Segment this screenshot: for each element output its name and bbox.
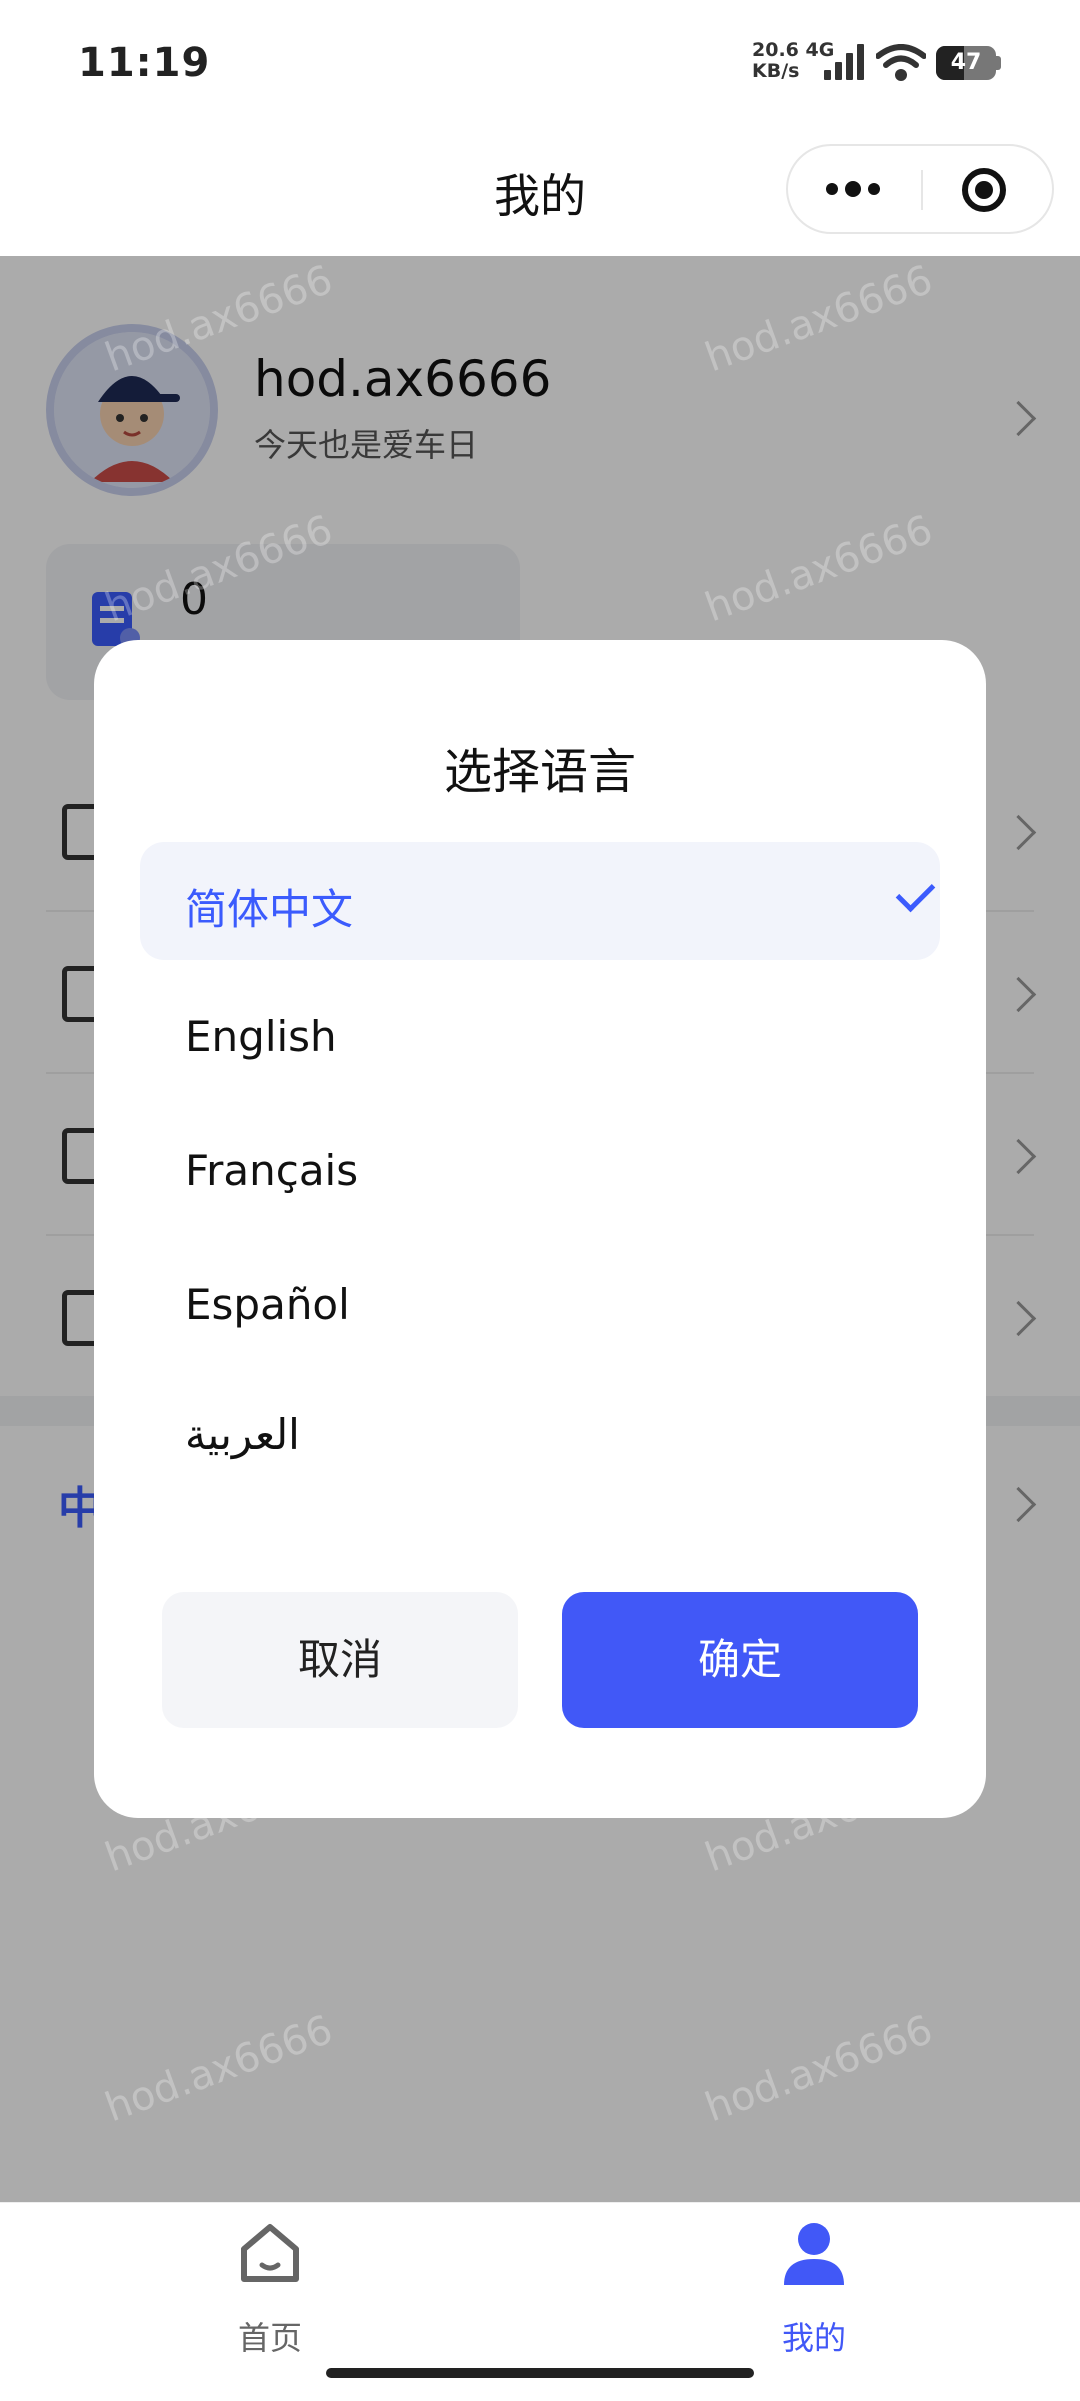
nav-bar: 我的: [0, 130, 1080, 256]
battery-level: 47: [950, 50, 982, 75]
target-icon[interactable]: [960, 166, 1008, 214]
language-option-label: Français: [185, 1146, 359, 1195]
tab-mine[interactable]: 我的: [714, 2221, 914, 2357]
home-indicator[interactable]: [326, 2368, 754, 2378]
net-speed-value: 20.6: [752, 39, 799, 61]
tab-label: 首页: [237, 2319, 302, 2357]
cancel-button[interactable]: 取消: [162, 1592, 518, 1728]
language-option-ar[interactable]: العربية: [140, 1376, 940, 1494]
confirm-button[interactable]: 确定: [562, 1592, 918, 1728]
tab-label: 我的: [781, 2319, 846, 2357]
status-time: 11:19: [78, 40, 211, 86]
language-option-zh[interactable]: 简体中文: [140, 842, 940, 960]
language-dialog: 选择语言 简体中文 English Français Español العرب…: [94, 640, 986, 1818]
signal-icon: [824, 44, 864, 80]
wifi-icon: [876, 44, 926, 81]
tab-home[interactable]: 首页: [170, 2221, 370, 2357]
mini-program-capsule: [786, 144, 1054, 234]
language-option-en[interactable]: English: [140, 978, 940, 1096]
status-bar: 11:19 20.6 4G KB/s 47: [0, 0, 1080, 130]
language-option-label: Español: [185, 1280, 350, 1329]
language-option-label: 简体中文: [185, 885, 354, 934]
language-option-es[interactable]: Español: [140, 1246, 940, 1364]
checkmark-icon: [895, 872, 936, 913]
capsule-divider: [921, 170, 923, 210]
home-icon: [241, 2224, 299, 2282]
language-option-label: English: [185, 1012, 337, 1061]
dialog-title: 选择语言: [443, 744, 636, 800]
language-option-fr[interactable]: Français: [140, 1112, 940, 1230]
more-dots-icon[interactable]: [824, 178, 882, 200]
battery-icon: 47: [936, 46, 1002, 80]
language-option-label: العربية: [185, 1410, 300, 1459]
user-icon: [784, 2223, 844, 2285]
